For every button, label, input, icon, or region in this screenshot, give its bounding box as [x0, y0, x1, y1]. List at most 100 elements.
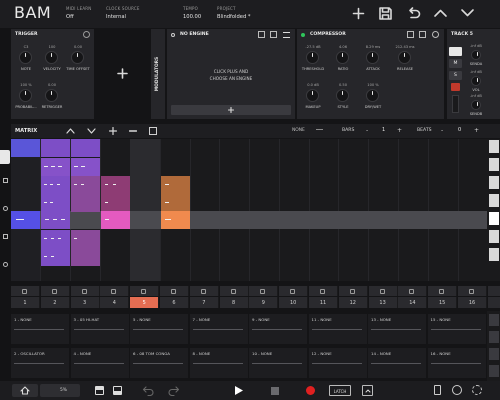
expand-button[interactable]: [362, 385, 373, 396]
clip[interactable]: [71, 248, 100, 266]
add-icon[interactable]: [352, 7, 365, 20]
pad-checkbox[interactable]: [249, 286, 279, 296]
pad-button[interactable]: 10: [279, 297, 309, 308]
clip[interactable]: [41, 230, 70, 248]
compressor-load-icon[interactable]: [407, 31, 414, 38]
pad-checkbox[interactable]: [309, 286, 338, 296]
redo-icon[interactable]: [168, 385, 180, 396]
scene-button[interactable]: [489, 140, 499, 153]
track-slot[interactable]: 4 - NONE: [70, 348, 130, 378]
stop-button[interactable]: [271, 387, 279, 395]
modulators-tab[interactable]: MODULATORS: [151, 29, 165, 119]
latch-button[interactable]: LATCH: [329, 385, 351, 396]
pad-checkbox[interactable]: [458, 286, 487, 296]
selected-row[interactable]: [11, 211, 487, 229]
track-slot[interactable]: 10 - NONE: [249, 348, 308, 378]
pad-checkbox[interactable]: [279, 286, 309, 296]
pad-button[interactable]: 13: [368, 297, 398, 308]
clip[interactable]: [41, 176, 70, 194]
clip[interactable]: [41, 139, 70, 157]
pad-button[interactable]: 3: [70, 297, 100, 308]
engine-save-icon[interactable]: [270, 31, 277, 38]
clip[interactable]: [41, 194, 70, 212]
matrix-down-icon[interactable]: [87, 127, 96, 135]
track-side-button[interactable]: [489, 365, 499, 377]
left-tab-icon-2[interactable]: [3, 206, 8, 211]
release-knob[interactable]: [398, 51, 411, 64]
undo-icon[interactable]: [142, 385, 154, 396]
clip[interactable]: [71, 139, 100, 157]
scene-button[interactable]: [489, 230, 499, 243]
bars-increment[interactable]: +: [397, 127, 402, 134]
dry-wet-knob[interactable]: [366, 89, 379, 102]
save-icon[interactable]: [378, 6, 393, 21]
layout-bottom-icon[interactable]: [113, 386, 122, 395]
palette-icon[interactable]: [452, 385, 462, 395]
threshold-knob[interactable]: [306, 51, 319, 64]
pad-button[interactable]: 11: [309, 297, 338, 308]
modulator-slot[interactable]: [95, 29, 150, 119]
matrix-grid[interactable]: [11, 139, 487, 281]
clip-selected-row[interactable]: [161, 211, 190, 229]
scene-button[interactable]: [489, 248, 499, 261]
ratio-knob[interactable]: [336, 51, 349, 64]
pad-checkbox[interactable]: [40, 286, 70, 296]
compressor-power-icon[interactable]: [301, 33, 305, 37]
pad-checkbox[interactable]: [160, 286, 189, 296]
pad-checkbox[interactable]: [189, 286, 219, 296]
chevron-up-icon[interactable]: [433, 7, 448, 19]
makeup-knob[interactable]: [306, 89, 319, 102]
track-slot[interactable]: 14 - NONE: [368, 348, 427, 378]
pad-button[interactable]: 2: [40, 297, 70, 308]
engine-power-icon[interactable]: [171, 33, 175, 37]
solo-button[interactable]: S: [449, 71, 462, 80]
engine-load-icon[interactable]: [258, 31, 265, 38]
file-icon[interactable]: [434, 385, 441, 395]
track-slot[interactable]: 1 - NONE: [11, 314, 70, 344]
track-slot[interactable]: 5 - NONE: [130, 314, 189, 344]
pad-checkbox[interactable]: [428, 286, 458, 296]
left-tab-icon-1[interactable]: [3, 178, 8, 183]
add-modulator-icon[interactable]: [117, 68, 128, 79]
track-slot[interactable]: 6 - 08 TOM CONGA: [130, 348, 189, 378]
pad-button[interactable]: 4: [100, 297, 130, 308]
velocity-knob[interactable]: [45, 51, 58, 64]
play-icon[interactable]: [234, 385, 244, 396]
attack-knob[interactable]: [366, 51, 379, 64]
track-side-button[interactable]: [489, 314, 499, 326]
tempo-field[interactable]: TEMPO 100.00: [183, 6, 201, 20]
clip[interactable]: [41, 248, 70, 266]
pad-checkbox[interactable]: [11, 286, 40, 296]
clock-source-field[interactable]: CLOCK SOURCE Internal: [106, 6, 140, 20]
clip[interactable]: [101, 194, 130, 212]
scene-button[interactable]: [489, 176, 499, 189]
clip[interactable]: [41, 158, 70, 176]
track-slot[interactable]: 2 - OSCILLATOR: [11, 348, 70, 378]
track-slot[interactable]: 15 - NONE: [427, 314, 487, 344]
clip[interactable]: [71, 230, 100, 248]
track-slot[interactable]: 11 - NONE: [308, 314, 368, 344]
engine-menu-icon[interactable]: [283, 32, 290, 38]
clip[interactable]: [71, 194, 100, 212]
volume-knob[interactable]: [471, 76, 481, 86]
clip[interactable]: [71, 158, 100, 176]
scene-button-active[interactable]: [489, 212, 499, 225]
mute-button[interactable]: M: [449, 59, 462, 68]
track-side-button[interactable]: [489, 331, 499, 343]
clip[interactable]: [161, 176, 190, 194]
pad-button[interactable]: 6: [160, 297, 189, 308]
pad-button[interactable]: 15: [428, 297, 458, 308]
pad-checkbox[interactable]: [398, 286, 428, 296]
midi-learn-field[interactable]: MIDI LEARN Off: [66, 6, 91, 20]
pad-button[interactable]: 8: [219, 297, 249, 308]
track-slot[interactable]: 3 - 05 HI-HAT: [70, 314, 130, 344]
bars-value[interactable]: 1: [382, 127, 385, 133]
track-slot[interactable]: 16 - NONE: [427, 348, 487, 378]
track-slot[interactable]: 9 - NONE: [249, 314, 308, 344]
pad-checkbox[interactable]: [130, 286, 160, 296]
track-slot[interactable]: 13 - NONE: [368, 314, 427, 344]
pad-checkbox[interactable]: [100, 286, 130, 296]
pad-button[interactable]: 16: [458, 297, 487, 308]
gear-icon[interactable]: [83, 31, 90, 38]
settings-icon[interactable]: [472, 385, 482, 395]
